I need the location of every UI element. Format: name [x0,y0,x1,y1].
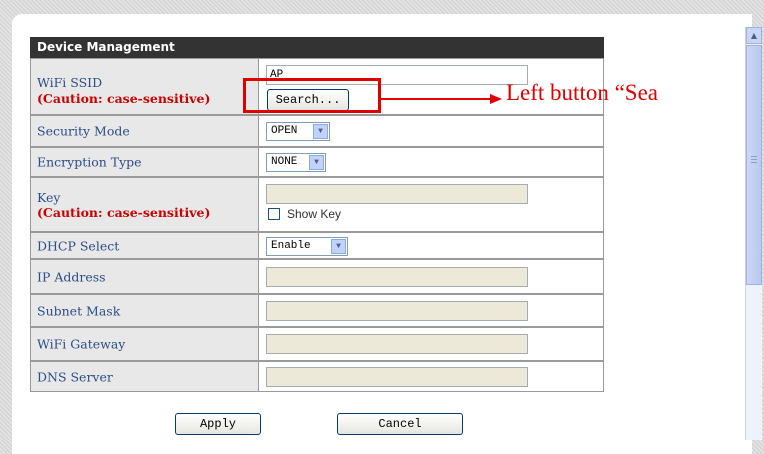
row-dhcp-select: DHCP Select Enable ▼ [30,232,604,259]
row-dns-server: DNS Server [30,361,604,392]
encryption-type-value: NONE [271,156,298,168]
label-cell: Subnet Mask [30,294,259,327]
row-encryption-type: Encryption Type NONE ▼ [30,147,604,177]
arrow-line [381,98,493,100]
wifi-ssid-label: WiFi SSID [37,75,103,90]
arrow-icon [490,94,502,104]
dhcp-select-label: DHCP Select [37,238,120,253]
row-subnet-mask: Subnet Mask [30,294,604,327]
dhcp-select-dropdown[interactable]: Enable ▼ [266,237,348,256]
subnet-mask-label: Subnet Mask [37,303,121,318]
encryption-type-select[interactable]: NONE ▼ [266,153,326,172]
value-cell: Enable ▼ [259,232,604,259]
dns-server-label: DNS Server [37,369,113,384]
label-cell: IP Address [30,259,259,294]
value-cell [259,259,604,294]
label-cell: Encryption Type [30,147,259,177]
scroll-up-arrow-icon[interactable]: ▲ [746,27,762,44]
encryption-type-label: Encryption Type [37,154,142,170]
row-key: Key (Caution: case-sensitive) Show Key [30,177,604,232]
label-cell: WiFi SSID (Caution: case-sensitive) [30,58,259,115]
ip-address-input[interactable] [266,267,528,287]
chevron-down-icon[interactable]: ▼ [313,124,328,139]
value-cell: OPEN ▼ [259,115,604,147]
value-cell [259,361,604,392]
security-mode-value: OPEN [271,125,298,137]
value-cell [259,294,604,327]
subnet-mask-input[interactable] [266,301,528,321]
highlight-box [243,78,381,113]
key-caution: (Caution: case-sensitive) [37,205,211,220]
label-cell: Security Mode [30,115,259,147]
ip-address-label: IP Address [37,269,106,284]
dns-server-input[interactable] [266,367,528,387]
key-label: Key [37,190,61,205]
chevron-down-icon[interactable]: ▼ [331,239,346,254]
apply-button[interactable]: Apply [175,413,261,435]
value-cell: Show Key [259,177,604,232]
dhcp-select-value: Enable [271,240,311,252]
wifi-gateway-input[interactable] [266,334,528,354]
value-cell: NONE ▼ [259,147,604,177]
annotation-text: Left button “Sea [506,80,659,105]
key-input[interactable] [266,184,528,204]
row-ip-address: IP Address [30,259,604,294]
scroll-thumb[interactable] [746,45,762,285]
show-key-checkbox[interactable] [268,208,280,220]
label-cell: WiFi Gateway [30,327,259,361]
row-security-mode: Security Mode OPEN ▼ [30,115,604,147]
label-cell: DHCP Select [30,232,259,259]
scroll-grip [751,156,757,164]
row-wifi-gateway: WiFi Gateway [30,327,604,361]
wifi-ssid-caution: (Caution: case-sensitive) [37,91,211,106]
vertical-scrollbar[interactable]: ▲ [745,27,762,440]
show-key-label: Show Key [287,207,342,221]
value-cell [259,327,604,361]
label-cell: Key (Caution: case-sensitive) [30,177,259,232]
wifi-gateway-label: WiFi Gateway [37,336,126,352]
security-mode-select[interactable]: OPEN ▼ [266,122,330,141]
panel-title: Device Management [30,37,604,58]
security-mode-label: Security Mode [37,123,130,139]
cancel-button[interactable]: Cancel [337,413,463,435]
chevron-down-icon[interactable]: ▼ [309,155,324,170]
label-cell: DNS Server [30,361,259,392]
